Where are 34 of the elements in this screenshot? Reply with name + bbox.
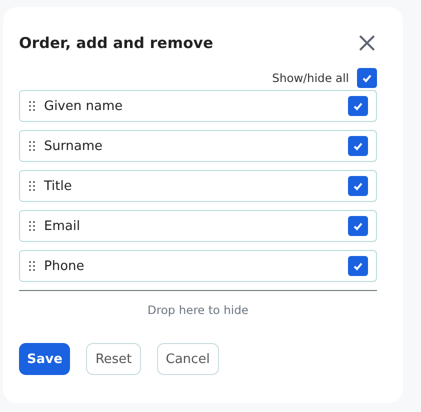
field-label: Title — [44, 178, 73, 194]
field-checkbox[interactable] — [348, 96, 368, 116]
field-row[interactable]: Phone — [19, 250, 377, 282]
field-label: Phone — [44, 258, 86, 274]
dialog-button[interactable]: Reset — [86, 343, 141, 375]
field-row[interactable]: Surname — [19, 130, 377, 162]
drag-handle-icon[interactable] — [29, 181, 35, 191]
checkmark-icon — [353, 102, 363, 110]
checkmark-icon — [353, 142, 363, 150]
drop-zone-text: Drop here to hide — [148, 303, 248, 317]
checkmark-icon — [353, 182, 363, 190]
field-row[interactable]: Email — [19, 210, 377, 242]
drag-handle-icon[interactable] — [29, 221, 35, 231]
drag-handle-icon[interactable] — [29, 141, 35, 151]
drag-handle-icon[interactable] — [29, 101, 35, 111]
checkmark-icon — [353, 222, 363, 230]
close-icon[interactable] — [359, 35, 375, 51]
field-checkbox[interactable] — [348, 176, 368, 196]
dialog-button[interactable]: Cancel — [156, 343, 219, 375]
dialog-button[interactable]: Save — [19, 343, 70, 375]
field-label: Surname — [44, 138, 104, 154]
field-checkbox[interactable] — [348, 136, 368, 156]
field-row[interactable]: Title — [19, 170, 377, 202]
field-label: Email — [44, 218, 82, 234]
drag-handle-icon[interactable] — [29, 261, 35, 271]
field-label: Given name — [44, 98, 124, 114]
field-checkbox[interactable] — [348, 256, 368, 276]
checkmark-icon — [353, 262, 363, 270]
checkmark-icon — [362, 74, 372, 82]
field-checkbox[interactable] — [348, 216, 368, 236]
field-row[interactable]: Given name — [19, 90, 377, 122]
show-hide-all-label: Show/hide all — [272, 71, 349, 85]
dialog-title: Order, add and remove — [19, 34, 214, 52]
show-hide-all-checkbox[interactable] — [357, 68, 377, 88]
